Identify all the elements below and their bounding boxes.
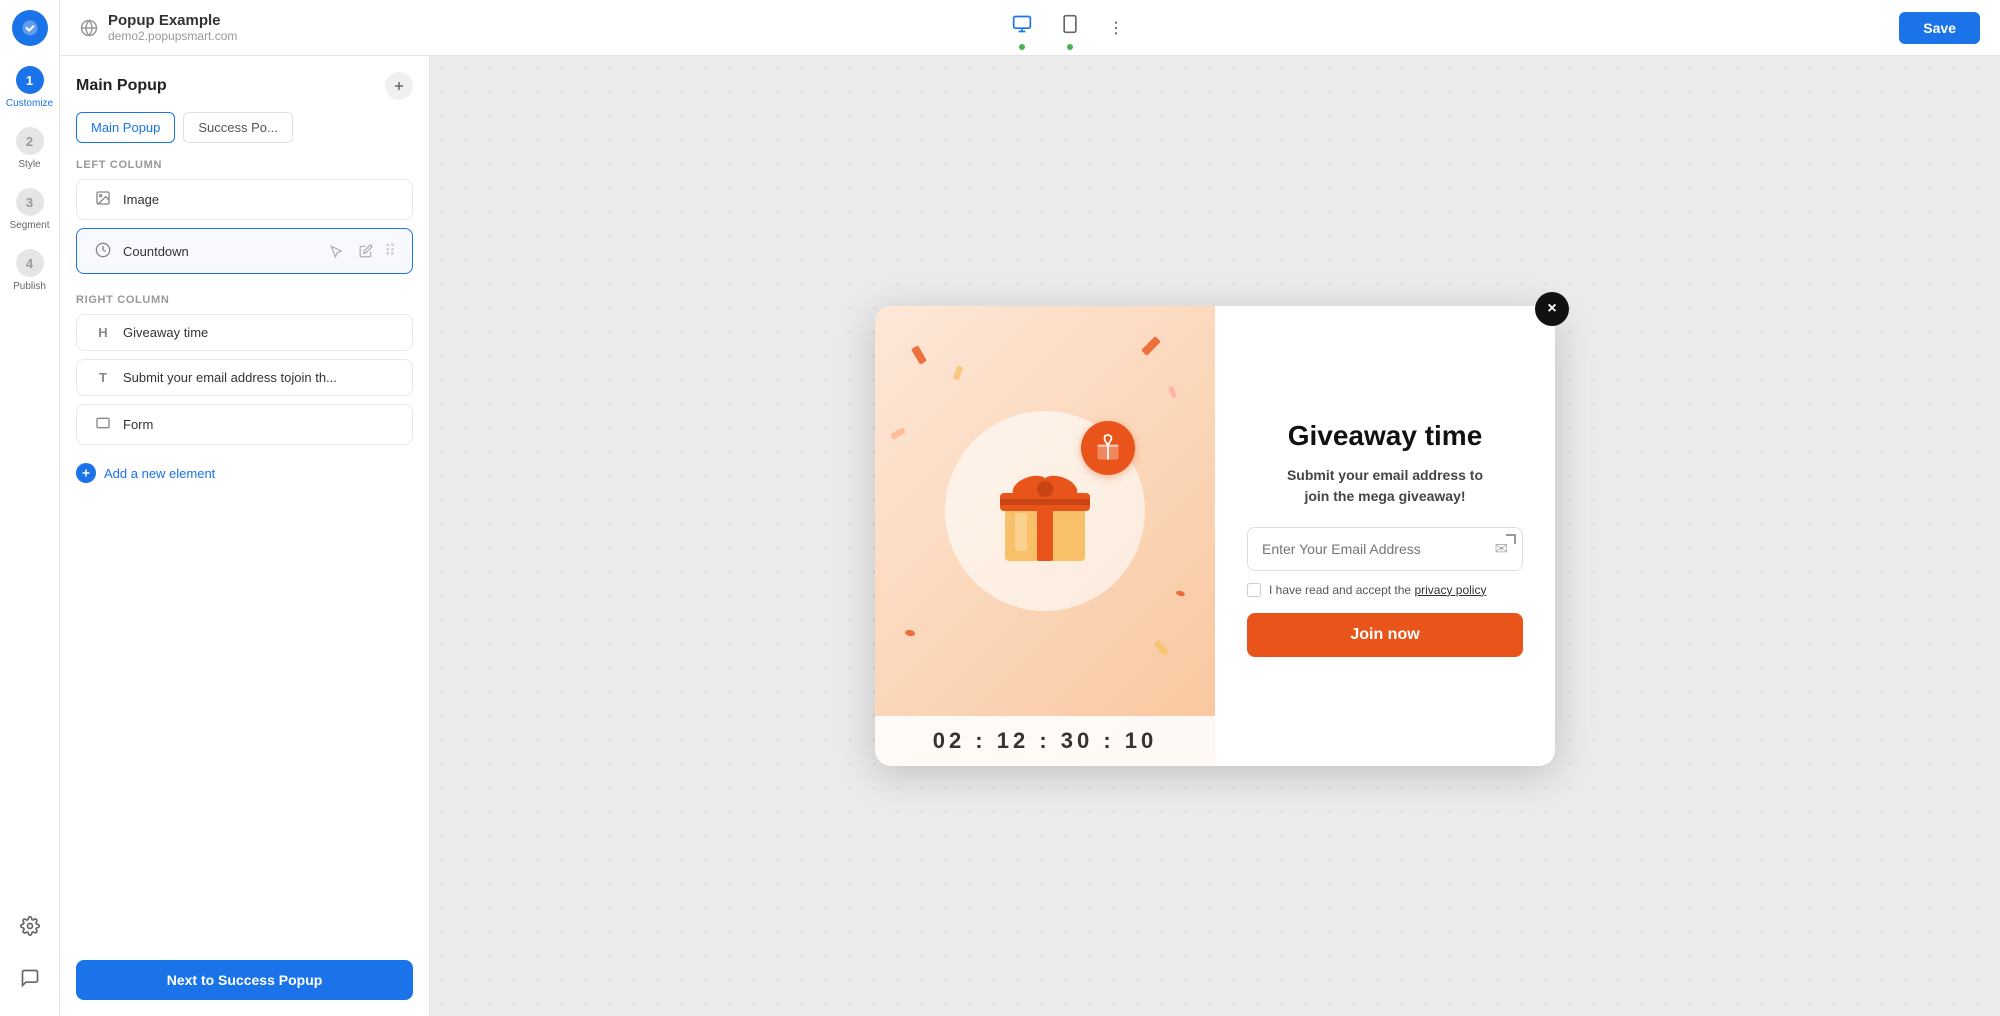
mobile-icon — [1060, 14, 1080, 34]
panel-footer: Next to Success Popup — [60, 944, 429, 1016]
step-circle-2: 2 — [16, 127, 44, 155]
desktop-icon — [1012, 14, 1032, 34]
header: Popup Example demo2.popupsmart.com — [60, 0, 2000, 56]
popup-checkbox-row: I have read and accept the privacy polic… — [1247, 583, 1523, 597]
plus-icon — [392, 79, 406, 93]
confetti-5 — [905, 629, 916, 637]
confetti-2 — [953, 365, 963, 380]
text-icon: T — [93, 370, 113, 385]
globe-icon — [80, 19, 98, 37]
popup-container: × — [875, 306, 1555, 766]
next-to-success-btn[interactable]: Next to Success Popup — [76, 960, 413, 1000]
step-circle-4: 4 — [16, 249, 44, 277]
left-column-label: LEFT COLUMN — [60, 159, 429, 171]
popup-close-btn[interactable]: × — [1535, 292, 1569, 326]
header-left: Popup Example demo2.popupsmart.com — [80, 12, 237, 43]
mobile-device-btn[interactable] — [1052, 6, 1088, 42]
tab-success-popup[interactable]: Success Po... — [183, 112, 292, 143]
panel-tabs: Main Popup Success Po... — [60, 112, 429, 143]
email-corner-decorator — [1506, 534, 1516, 544]
popup-right-column: Giveaway time Submit your email address … — [1215, 306, 1555, 766]
add-element-label: Add a new element — [104, 466, 215, 481]
app-logo[interactable] — [12, 10, 48, 46]
step-label-publish: Publish — [13, 281, 46, 292]
chat-icon-btn[interactable] — [12, 960, 48, 996]
mobile-dot — [1067, 44, 1073, 50]
kebab-menu-btn[interactable] — [1100, 12, 1132, 44]
left-sidebar: 1 Customize 2 Style 3 Segment 4 Publish — [0, 0, 60, 1016]
gift-circle — [945, 411, 1145, 611]
element-subtitle-text[interactable]: T Submit your email address tojoin th... — [76, 359, 413, 396]
privacy-checkbox[interactable] — [1247, 583, 1261, 597]
mobile-device-group — [1052, 6, 1088, 50]
kebab-icon — [1107, 19, 1125, 37]
confetti-6 — [1154, 640, 1170, 657]
canvas: × — [430, 56, 2000, 1016]
form-icon — [93, 415, 113, 434]
header-title: Popup Example — [108, 12, 237, 29]
gift-box-svg — [985, 451, 1105, 571]
desktop-device-btn[interactable] — [1004, 6, 1040, 42]
logo-icon — [20, 18, 40, 38]
panel-add-btn[interactable] — [385, 72, 413, 100]
confetti-4 — [1168, 386, 1177, 399]
countdown-drag-handle[interactable]: ⠿ — [384, 241, 396, 261]
popup-email-wrapper: ✉ — [1247, 527, 1523, 571]
countdown-cursor-btn[interactable] — [324, 239, 348, 263]
element-countdown-label: Countdown — [123, 244, 314, 259]
privacy-policy-link[interactable]: privacy policy — [1414, 583, 1486, 597]
sidebar-step-segment[interactable]: 3 Segment — [9, 188, 49, 231]
settings-icon-btn[interactable] — [12, 908, 48, 944]
gift-badge — [1081, 421, 1135, 475]
desktop-device-group — [1004, 6, 1040, 50]
countdown-edit-btn[interactable] — [354, 239, 378, 263]
join-now-btn[interactable]: Join now — [1247, 613, 1523, 657]
add-element-icon — [76, 463, 96, 483]
popup-subtitle: Submit your email address to join the me… — [1287, 465, 1483, 507]
sidebar-step-customize[interactable]: 1 Customize — [6, 66, 53, 109]
panel-header: Main Popup — [60, 56, 429, 112]
element-image-label: Image — [123, 192, 396, 207]
confetti-1 — [911, 345, 927, 365]
heading-icon: H — [93, 325, 113, 340]
sidebar-bottom — [12, 908, 48, 996]
element-giveaway-label: Giveaway time — [123, 325, 396, 340]
right-column-label: RIGHT COLUMN — [60, 294, 429, 306]
element-countdown[interactable]: Countdown ⠿ — [76, 228, 413, 274]
step-label-segment: Segment — [9, 220, 49, 231]
step-circle-1: 1 — [16, 66, 44, 94]
confetti-3 — [1141, 336, 1161, 356]
sidebar-step-publish[interactable]: 4 Publish — [13, 249, 46, 292]
popup-image-area — [875, 306, 1215, 716]
popup-title: Giveaway time — [1288, 419, 1483, 453]
popup-countdown: 02 : 12 : 30 : 10 — [875, 716, 1215, 766]
confetti-7 — [890, 427, 906, 440]
desktop-dot — [1019, 44, 1025, 50]
element-form-label: Form — [123, 417, 396, 432]
popup-left-column: 02 : 12 : 30 : 10 — [875, 306, 1215, 766]
panel: Main Popup Main Popup Success Po... LEFT… — [60, 56, 430, 1016]
privacy-label: I have read and accept the privacy polic… — [1269, 583, 1486, 597]
tab-main-popup[interactable]: Main Popup — [76, 112, 175, 143]
save-button[interactable]: Save — [1899, 12, 1980, 44]
step-label-style: Style — [18, 159, 40, 170]
element-subtitle-label: Submit your email address tojoin th... — [123, 370, 396, 385]
element-form[interactable]: Form — [76, 404, 413, 445]
element-giveaway-title[interactable]: H Giveaway time — [76, 314, 413, 351]
gift-badge-icon — [1094, 434, 1122, 462]
element-countdown-actions: ⠿ — [324, 239, 396, 263]
image-icon — [93, 190, 113, 209]
header-center — [1004, 6, 1132, 50]
header-subtitle: demo2.popupsmart.com — [108, 29, 237, 43]
popup-email-input[interactable] — [1262, 541, 1495, 557]
panel-title: Main Popup — [76, 77, 167, 95]
step-label-customize: Customize — [6, 98, 53, 109]
sidebar-step-style[interactable]: 2 Style — [16, 127, 44, 170]
add-element-row[interactable]: Add a new element — [60, 453, 429, 493]
element-image[interactable]: Image — [76, 179, 413, 220]
step-circle-3: 3 — [16, 188, 44, 216]
clock-icon — [93, 242, 113, 261]
confetti-8 — [1176, 590, 1186, 597]
